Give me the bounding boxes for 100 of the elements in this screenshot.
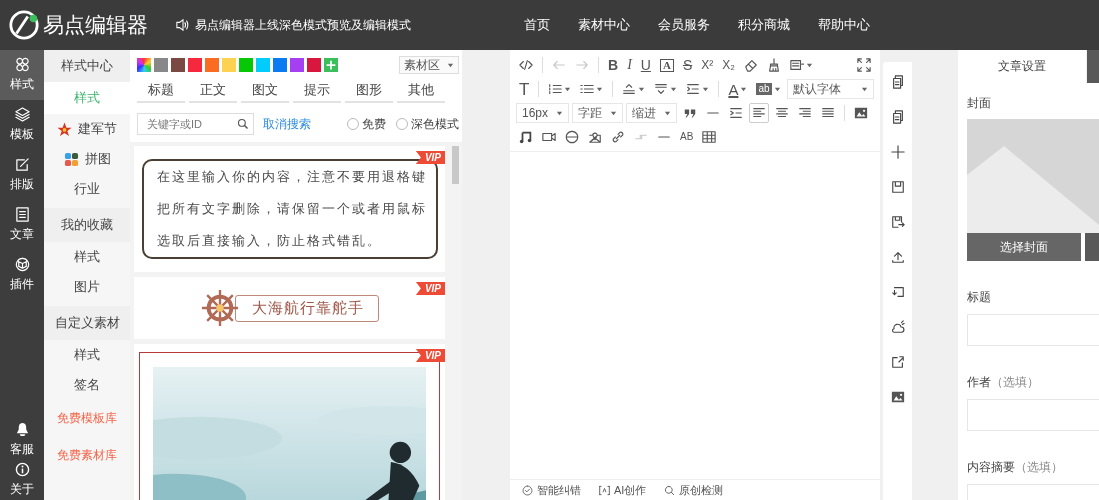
sync-icon[interactable] (890, 284, 905, 300)
category-item[interactable]: 行业 (44, 174, 130, 204)
plus-icon (324, 58, 338, 72)
category-tab[interactable]: 图文 (241, 79, 289, 103)
rail-item[interactable]: 排版 (0, 150, 44, 200)
format-button[interactable]: B (605, 55, 622, 75)
footer-link[interactable]: 原创检测 (679, 482, 724, 498)
category-tab[interactable]: 图形 (345, 79, 393, 103)
eraser-icon[interactable] (743, 58, 758, 72)
color-swatch[interactable] (239, 58, 253, 72)
color-swatch[interactable] (222, 58, 236, 72)
color-swatch[interactable] (154, 58, 168, 72)
indent-icon[interactable] (686, 82, 701, 96)
copy-icon[interactable] (890, 74, 905, 90)
format-button[interactable]: T (516, 79, 533, 99)
nav-link[interactable]: 帮助中心 (818, 16, 870, 34)
plus-icon[interactable] (890, 144, 905, 160)
video-camera-icon[interactable] (542, 130, 556, 144)
nav-link[interactable]: 会员服务 (658, 16, 710, 34)
image-icon[interactable] (890, 389, 905, 405)
color-swatch[interactable] (188, 58, 202, 72)
format-button[interactable]: ab (753, 79, 784, 99)
settings-tab[interactable]: 文章设置 (958, 50, 1086, 83)
table-icon[interactable] (702, 130, 717, 144)
dropdown[interactable]: 字距 (572, 103, 624, 123)
format-button[interactable]: U (637, 55, 654, 75)
fullscreen-icon[interactable] (857, 58, 871, 72)
paragraph-spacing-icon[interactable] (654, 82, 669, 96)
color-swatch[interactable] (273, 58, 287, 72)
share-icon[interactable] (890, 354, 905, 370)
announcement-link[interactable]: 易点编辑器上线深色模式预览及编辑模式 (195, 16, 411, 34)
format-button[interactable]: I (624, 55, 635, 75)
nav-link[interactable]: 积分商城 (738, 16, 790, 34)
category-tab[interactable]: 正文 (189, 79, 237, 103)
category-item[interactable]: 样式 (44, 242, 130, 272)
indent-icon[interactable] (729, 106, 744, 120)
nav-link[interactable]: 首页 (524, 16, 550, 34)
nav-link[interactable]: 素材中心 (578, 16, 630, 34)
category-tab[interactable]: 标题 (137, 79, 185, 103)
music-icon[interactable] (519, 130, 533, 144)
color-swatch[interactable] (205, 58, 219, 72)
category-item[interactable]: 签名 (44, 370, 130, 400)
radio-button[interactable] (347, 118, 359, 130)
add-color-button[interactable] (324, 58, 338, 72)
dropdown[interactable]: 16px (516, 103, 570, 123)
vip-badge: VIP (415, 282, 445, 295)
category-item[interactable]: 样式 (44, 340, 130, 370)
save-export-icon[interactable] (890, 214, 905, 230)
rail-item[interactable]: 关于 (0, 460, 44, 500)
color-swatch[interactable] (256, 58, 270, 72)
rail-item[interactable]: 样式 (0, 50, 44, 100)
color-swatch[interactable] (307, 58, 321, 72)
link-icon[interactable] (611, 130, 625, 144)
rail-item[interactable]: 模板 (0, 100, 44, 150)
material-card[interactable]: 在这里输入你的内容，注意不要用退格键把所有文字删除，请保留一个或者用鼠标选取后直接输入，防止格式错乱。 VIP (134, 146, 445, 272)
vip-badge: VIP (415, 151, 445, 164)
color-swatch[interactable] (171, 58, 185, 72)
area-dropdown[interactable]: 素材区 (399, 56, 459, 74)
format-button[interactable]: X₂ (719, 55, 738, 75)
text-field[interactable] (967, 399, 1099, 431)
image-icon[interactable] (854, 106, 869, 120)
format-button[interactable]: A (725, 79, 751, 99)
color-swatch[interactable] (290, 58, 304, 72)
radio-button[interactable] (396, 118, 408, 130)
line-height-icon[interactable] (622, 82, 637, 96)
rail-item[interactable]: 文章 (0, 200, 44, 250)
brush-icon[interactable] (766, 58, 781, 72)
search-field[interactable]: 关键字或ID (137, 113, 254, 135)
color-swatch[interactable] (137, 58, 151, 72)
numbered-list-icon[interactable] (548, 82, 563, 96)
bullet-list-icon[interactable] (580, 82, 595, 96)
upload-icon[interactable] (890, 249, 905, 265)
text-field[interactable] (967, 314, 1099, 346)
category-tab[interactable]: 提示 (293, 79, 341, 103)
dropdown[interactable]: 缩进 (626, 103, 678, 123)
rail-item[interactable]: 插件 (0, 250, 44, 300)
format-button[interactable]: AB (677, 127, 697, 147)
dropdown[interactable]: 默认字体 (786, 79, 874, 99)
rail-item[interactable]: 客服 (0, 420, 44, 460)
category-tab[interactable]: 其他 (397, 79, 445, 103)
cloud-icon[interactable] (890, 319, 905, 335)
footer-link[interactable]: AI创作 (614, 482, 647, 498)
map-pin-icon[interactable] (588, 130, 602, 144)
caret-icon (773, 85, 781, 93)
scrollbar-thumb[interactable] (452, 146, 459, 184)
circles-icon (14, 57, 30, 72)
format-button[interactable]: S (679, 55, 696, 75)
category-item[interactable]: 图片 (44, 272, 130, 302)
code-icon[interactable] (519, 58, 533, 72)
material-card[interactable]: 大海航行靠舵手 VIP (134, 277, 445, 339)
copy-icon[interactable] (890, 109, 905, 125)
material-card[interactable]: VIP (134, 344, 445, 500)
category-item[interactable]: 建军节 (44, 114, 130, 144)
footer-link[interactable]: 智能纠错 (537, 482, 581, 498)
save-icon[interactable] (890, 179, 905, 195)
choose-cover-button[interactable]: 选择封面 (967, 233, 1081, 261)
frame-icon[interactable] (789, 58, 804, 72)
category-item[interactable]: 拼图 (44, 144, 130, 174)
cancel-search-link[interactable]: 取消搜索 (263, 115, 311, 133)
format-button[interactable]: X² (698, 55, 717, 75)
